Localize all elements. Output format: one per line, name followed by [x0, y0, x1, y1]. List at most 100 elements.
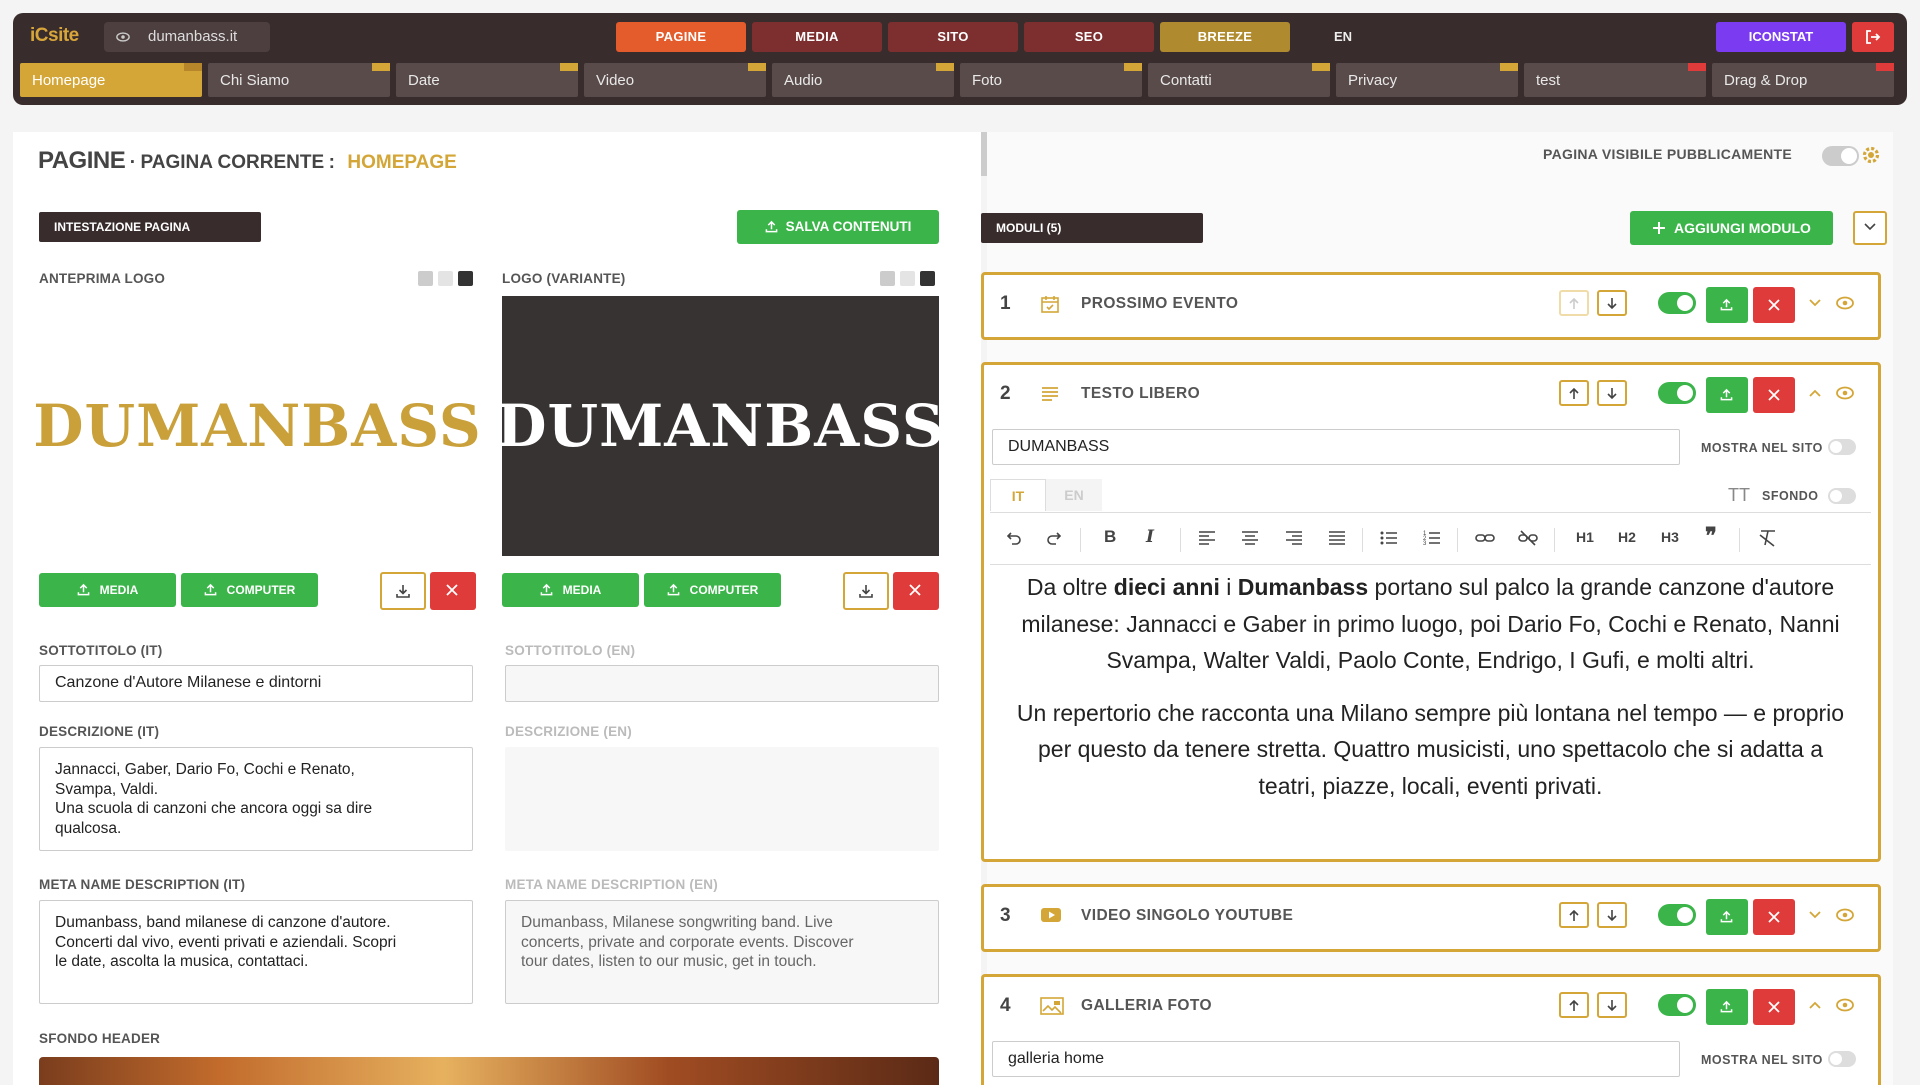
public-visibility-toggle[interactable] — [1822, 146, 1859, 166]
bullet-list-icon[interactable] — [1380, 529, 1398, 547]
eye-icon[interactable] — [1836, 386, 1854, 400]
subtitle-en-field[interactable] — [505, 665, 939, 702]
undo-icon[interactable] — [1004, 529, 1022, 547]
page-tab-drag-drop[interactable]: Drag & Drop — [1712, 63, 1894, 97]
move-down-button[interactable] — [1597, 380, 1627, 406]
swatch-dark[interactable] — [920, 271, 935, 286]
description-it-field[interactable]: Jannacci, Gaber, Dario Fo, Cochi e Renat… — [39, 747, 473, 851]
align-center-icon[interactable] — [1241, 529, 1259, 547]
chevron-up-icon[interactable] — [1809, 1001, 1821, 1009]
variant-delete-button[interactable] — [893, 572, 939, 610]
logo-computer-button[interactable]: COMPUTER — [181, 573, 318, 607]
module-upload-button[interactable] — [1706, 899, 1748, 935]
module-enabled-toggle[interactable] — [1658, 292, 1696, 314]
subtitle-it-field[interactable]: Canzone d'Autore Milanese e dintorni — [39, 665, 473, 702]
rich-text-editor[interactable]: Da oltre dieci anni i Dumanbass portano … — [990, 569, 1871, 820]
swatch-light[interactable] — [418, 271, 433, 286]
show-on-site-toggle[interactable] — [1828, 439, 1856, 455]
variant-media-button[interactable]: MEDIA — [502, 573, 639, 607]
module-upload-button[interactable] — [1706, 377, 1748, 413]
italic-icon[interactable]: I — [1146, 527, 1154, 547]
nav-pagine-button[interactable]: PAGINE — [616, 22, 746, 52]
move-up-button[interactable] — [1559, 380, 1589, 406]
module-delete-button[interactable] — [1753, 989, 1795, 1025]
eye-icon[interactable] — [1836, 296, 1854, 310]
align-left-icon[interactable] — [1198, 529, 1216, 547]
eye-icon[interactable] — [1836, 998, 1854, 1012]
description-en-field[interactable] — [505, 747, 939, 851]
page-tab-contatti[interactable]: Contatti — [1148, 63, 1330, 97]
add-module-button[interactable]: AGGIUNGI MODULO — [1630, 211, 1833, 245]
module-delete-button[interactable] — [1753, 287, 1795, 323]
nav-media-button[interactable]: MEDIA — [752, 22, 882, 52]
chevron-down-icon[interactable] — [1809, 911, 1821, 919]
clear-format-icon[interactable] — [1758, 529, 1778, 547]
move-down-button[interactable] — [1597, 902, 1627, 928]
page-tab-homepage[interactable]: Homepage — [20, 63, 202, 97]
chevron-up-icon[interactable] — [1809, 389, 1821, 397]
redo-icon[interactable] — [1046, 529, 1064, 547]
page-tab-chi-siamo[interactable]: Chi Siamo — [208, 63, 390, 97]
move-up-button[interactable] — [1559, 902, 1589, 928]
logo-download-button[interactable] — [380, 572, 426, 610]
heading-3-button[interactable]: H3 — [1661, 529, 1679, 545]
move-down-button[interactable] — [1597, 992, 1627, 1018]
variant-download-button[interactable] — [843, 572, 889, 610]
swatch-dark[interactable] — [458, 271, 473, 286]
swatch-white[interactable] — [438, 271, 453, 286]
logo-delete-button[interactable] — [430, 572, 476, 610]
quote-icon[interactable]: ❞ — [1705, 523, 1717, 549]
text-size-icon[interactable]: TT — [1728, 485, 1750, 506]
swatch-white[interactable] — [900, 271, 915, 286]
page-tab-foto[interactable]: Foto — [960, 63, 1142, 97]
page-tab-audio[interactable]: Audio — [772, 63, 954, 97]
link-icon[interactable] — [1475, 529, 1495, 547]
numbered-list-icon[interactable]: 123 — [1423, 529, 1441, 547]
swatch-light[interactable] — [880, 271, 895, 286]
save-contents-button[interactable]: SALVA CONTENUTI — [737, 210, 939, 244]
module-title-field[interactable]: galleria home — [992, 1041, 1680, 1077]
unlink-icon[interactable] — [1518, 529, 1538, 547]
logout-button[interactable] — [1852, 22, 1894, 52]
move-down-button[interactable] — [1597, 290, 1627, 316]
module-delete-button[interactable] — [1753, 899, 1795, 935]
site-selector[interactable]: dumanbass.it — [104, 22, 270, 52]
modules-dropdown-button[interactable] — [1853, 211, 1887, 245]
align-justify-icon[interactable] — [1328, 529, 1346, 547]
move-up-button[interactable] — [1559, 992, 1589, 1018]
module-enabled-toggle[interactable] — [1658, 382, 1696, 404]
module-enabled-toggle[interactable] — [1658, 994, 1696, 1016]
background-toggle[interactable] — [1828, 488, 1856, 504]
module-upload-button[interactable] — [1706, 989, 1748, 1025]
move-up-button[interactable] — [1559, 290, 1589, 316]
heading-1-button[interactable]: H1 — [1576, 529, 1594, 545]
align-right-icon[interactable] — [1285, 529, 1303, 547]
page-tab-privacy[interactable]: Privacy — [1336, 63, 1518, 97]
chevron-down-icon[interactable] — [1809, 299, 1821, 307]
nav-breeze-button[interactable]: BREEZE — [1160, 22, 1290, 52]
page-tab-test[interactable]: test — [1524, 63, 1706, 97]
nav-sito-button[interactable]: SITO — [888, 22, 1018, 52]
logo-media-button[interactable]: MEDIA — [39, 573, 176, 607]
meta-it-field[interactable]: Dumanbass, band milanese di canzone d'au… — [39, 900, 473, 1004]
tab-en[interactable]: EN — [1046, 479, 1102, 511]
gear-icon[interactable] — [1861, 145, 1881, 165]
module-title-field[interactable]: DUMANBASS — [992, 429, 1680, 465]
show-on-site-toggle[interactable] — [1828, 1051, 1856, 1067]
module-upload-button[interactable] — [1706, 287, 1748, 323]
variant-computer-button[interactable]: COMPUTER — [644, 573, 781, 607]
tab-it[interactable]: IT — [990, 479, 1046, 511]
page-tab-date[interactable]: Date — [396, 63, 578, 97]
language-switch[interactable]: EN — [1323, 22, 1363, 52]
header-background-image[interactable] — [39, 1057, 939, 1085]
heading-2-button[interactable]: H2 — [1618, 529, 1636, 545]
meta-en-field[interactable]: Dumanbass, Milanese songwriting band. Li… — [505, 900, 939, 1004]
module-enabled-toggle[interactable] — [1658, 904, 1696, 926]
eye-icon[interactable] — [1836, 908, 1854, 922]
app-logo[interactable]: iCsite — [30, 25, 79, 47]
iconstat-button[interactable]: ICONSTAT — [1716, 22, 1846, 52]
page-tab-video[interactable]: Video — [584, 63, 766, 97]
bold-icon[interactable]: B — [1104, 527, 1116, 547]
nav-seo-button[interactable]: SEO — [1024, 22, 1154, 52]
module-delete-button[interactable] — [1753, 377, 1795, 413]
